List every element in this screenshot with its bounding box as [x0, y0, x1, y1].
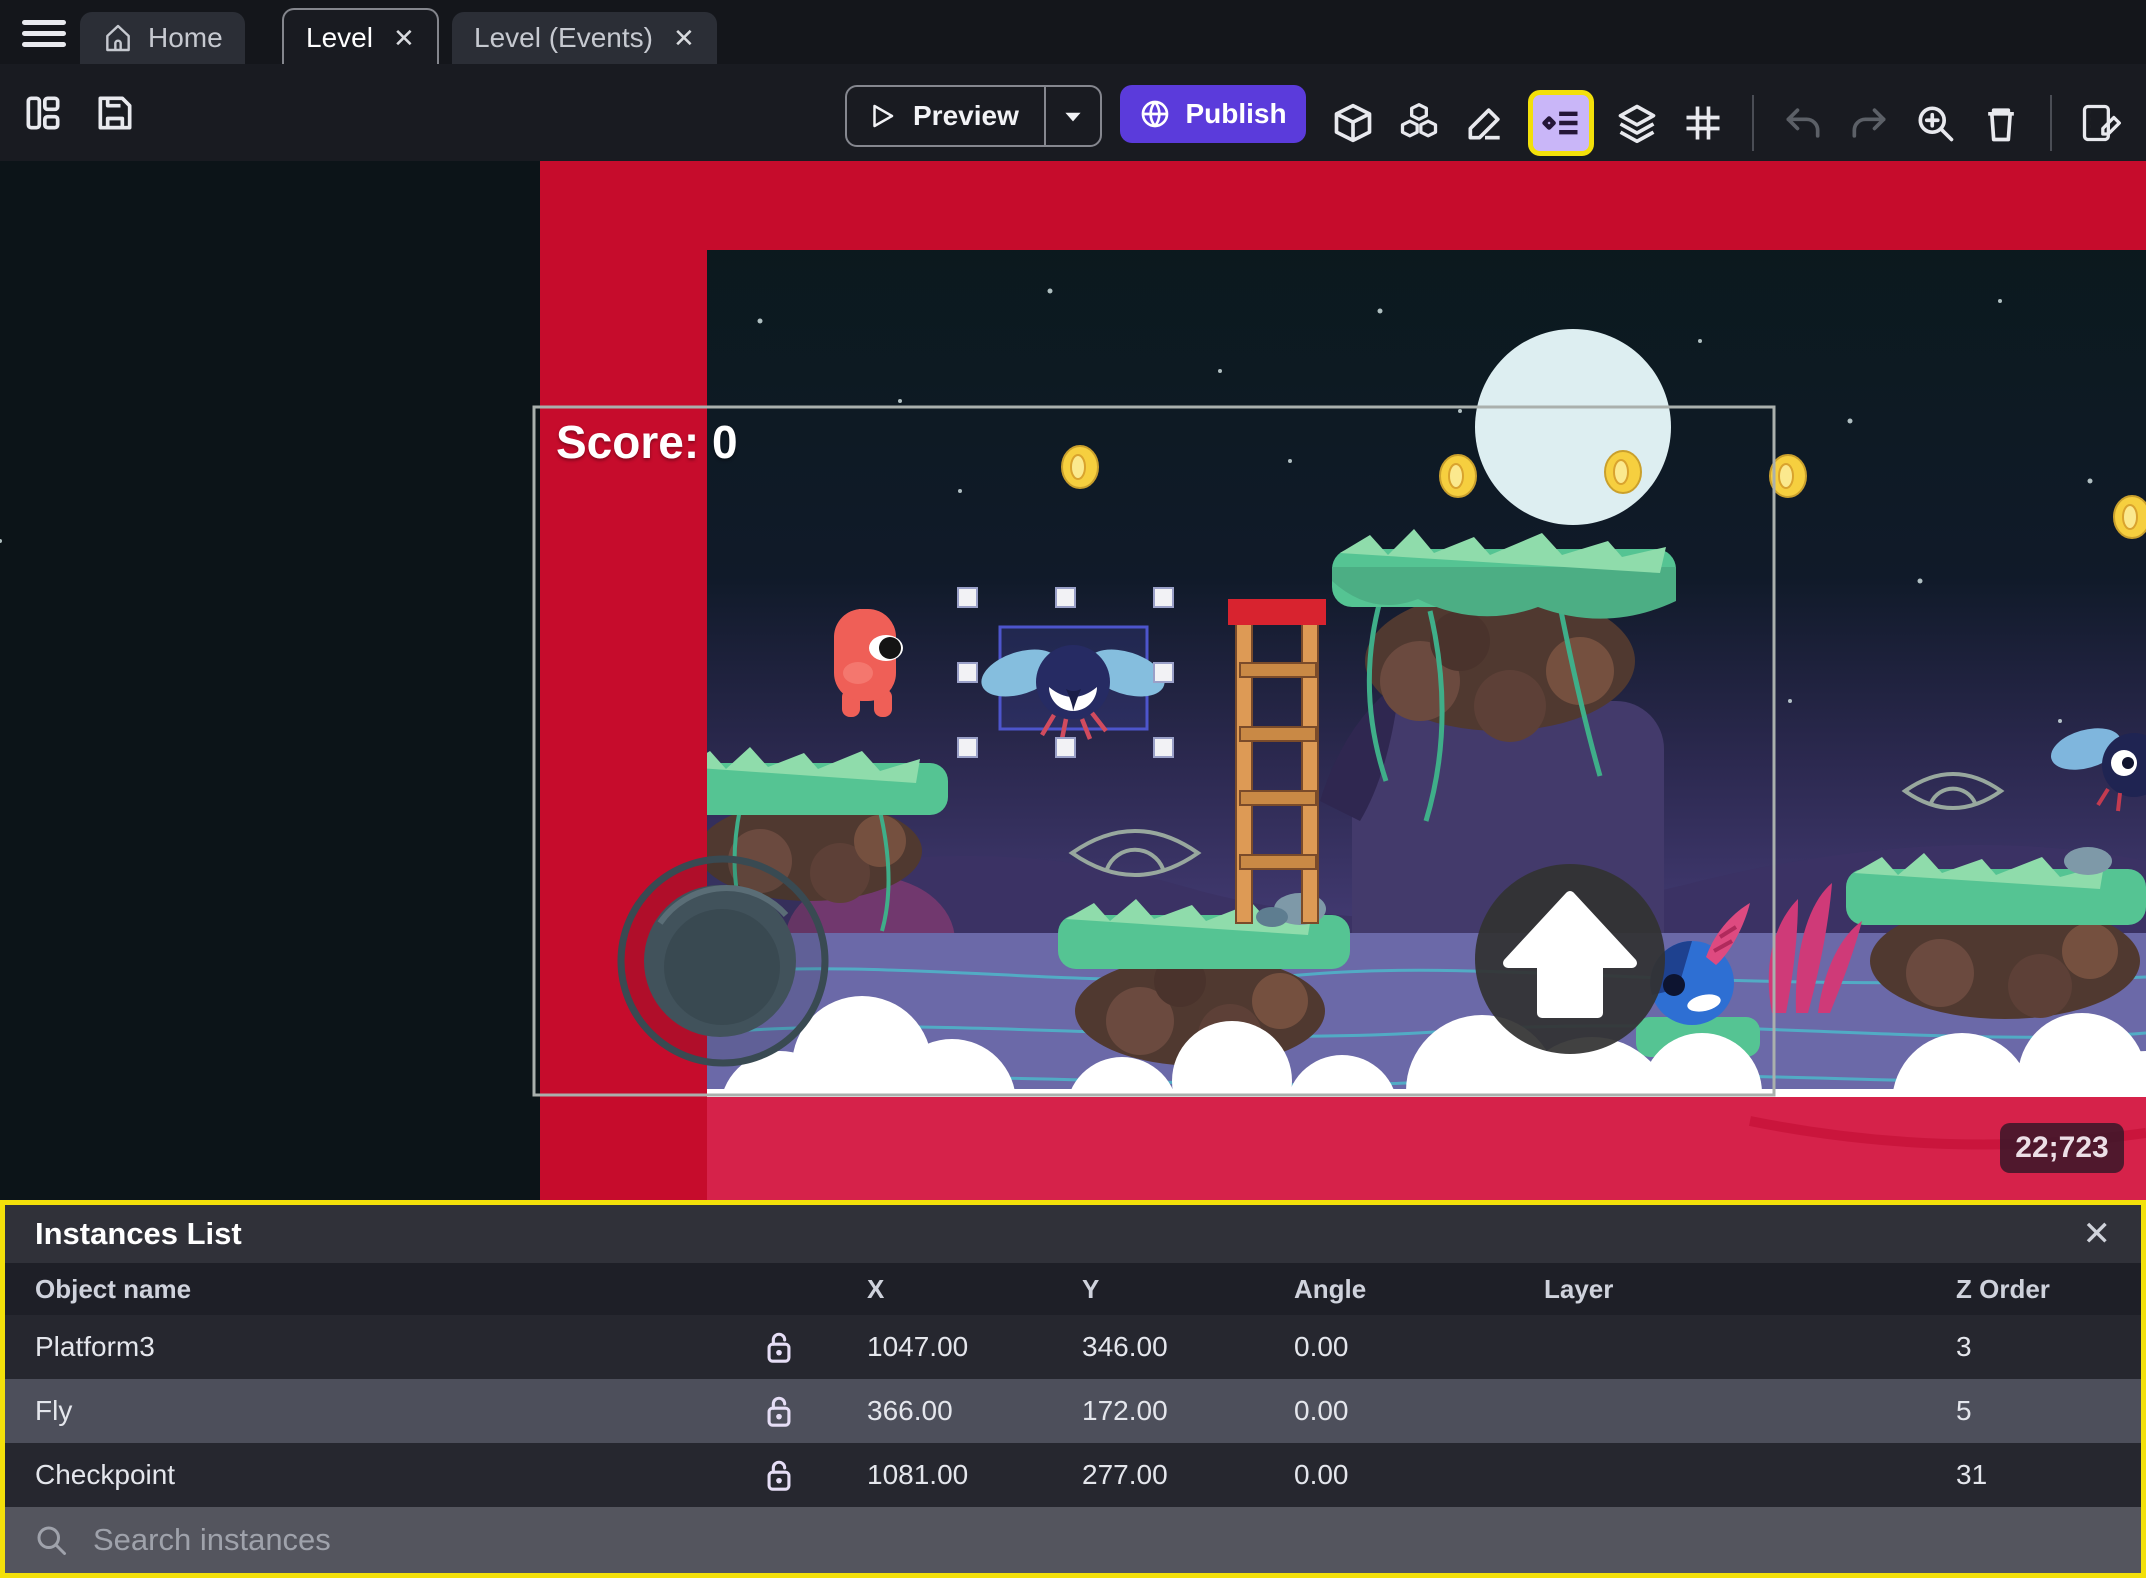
layers-icon[interactable]: [1614, 100, 1660, 146]
scene-graphics: [0, 161, 2146, 1201]
toolbar: Preview Publish: [0, 64, 2146, 161]
coin-sprite[interactable]: [1061, 445, 1099, 489]
joystick-control[interactable]: [617, 855, 829, 1067]
instance-x[interactable]: 1047.00: [835, 1331, 1050, 1363]
scene-editor-canvas[interactable]: Score: 0 22;723: [0, 161, 2146, 1201]
instances-list-icon[interactable]: [1528, 90, 1594, 156]
edit-pencil-icon[interactable]: [1462, 100, 1508, 146]
instance-z-order[interactable]: 5: [1924, 1395, 2141, 1427]
tab-home[interactable]: Home: [80, 12, 245, 64]
instance-y[interactable]: 277.00: [1050, 1459, 1262, 1491]
column-z-order: Z Order: [1956, 1273, 2050, 1304]
globe-icon: [1142, 100, 1169, 128]
column-y: Y: [1082, 1273, 1100, 1304]
instances-list-panel: Instances List ✕ Object name X Y Angle L…: [0, 1200, 2146, 1578]
tab-label: Level (Events): [474, 22, 653, 53]
project-manager-icon[interactable]: [20, 90, 66, 136]
close-panel-icon[interactable]: ✕: [2083, 1214, 2112, 1254]
instance-y[interactable]: 346.00: [1050, 1331, 1262, 1363]
preview-label: Preview: [913, 100, 1019, 131]
cursor-position-badge: 22;723: [2000, 1123, 2124, 1173]
tab-label: Home: [148, 22, 223, 53]
preview-button[interactable]: Preview: [845, 85, 1102, 147]
instance-angle[interactable]: 0.00: [1262, 1331, 1512, 1363]
unlock-icon[interactable]: [723, 1327, 835, 1367]
jump-button[interactable]: [1475, 864, 1665, 1054]
instance-name: Fly: [35, 1395, 73, 1426]
coin-sprite[interactable]: [1604, 450, 1642, 494]
moon-sprite[interactable]: [1475, 329, 1671, 525]
chevron-down-icon: [1065, 112, 1081, 122]
instance-angle[interactable]: 0.00: [1262, 1395, 1512, 1427]
object-groups-icon[interactable]: [1396, 100, 1442, 146]
unlock-icon[interactable]: [723, 1391, 835, 1431]
instance-name: Checkpoint: [35, 1459, 176, 1490]
instances-header-row: Object name X Y Angle Layer Z Order: [5, 1263, 2141, 1315]
search-instances-input[interactable]: [91, 1521, 2113, 1559]
preview-dropdown[interactable]: [1044, 87, 1100, 145]
redo-icon[interactable]: [1846, 100, 1892, 146]
grid-icon[interactable]: [1680, 100, 1726, 146]
tab-label: Level: [306, 22, 373, 53]
instance-row-checkpoint[interactable]: Checkpoint 1081.00 277.00 0.00 31: [5, 1443, 2141, 1507]
home-icon: [106, 24, 130, 52]
edit-events-icon[interactable]: [2078, 100, 2124, 146]
coin-sprite[interactable]: [2113, 495, 2146, 539]
tab-bar: Home Level ✕ Level (Events) ✕: [0, 0, 2146, 66]
publish-label: Publish: [1185, 98, 1287, 129]
search-bar: [5, 1507, 2141, 1573]
instance-name: Platform3: [35, 1331, 155, 1362]
unlock-icon[interactable]: [723, 1455, 835, 1495]
instance-y[interactable]: 172.00: [1050, 1395, 1262, 1427]
zoom-in-icon[interactable]: [1912, 100, 1958, 146]
panel-title: Instances List: [35, 1216, 242, 1251]
close-tab-icon[interactable]: ✕: [667, 23, 695, 54]
red-bottom-band: [707, 1097, 2146, 1200]
menu-icon[interactable]: [22, 14, 66, 50]
instance-angle[interactable]: 0.00: [1262, 1459, 1512, 1491]
tab-level-events[interactable]: Level (Events) ✕: [452, 12, 717, 64]
tab-level[interactable]: Level ✕: [282, 8, 439, 66]
instance-z-order[interactable]: 3: [1924, 1331, 2141, 1363]
undo-icon[interactable]: [1780, 100, 1826, 146]
column-x: X: [867, 1273, 885, 1304]
column-angle: Angle: [1294, 1273, 1367, 1304]
objects-cube-icon[interactable]: [1330, 100, 1376, 146]
instance-x[interactable]: 1081.00: [835, 1459, 1050, 1491]
toolbar-divider: [2050, 95, 2052, 151]
instance-row-fly[interactable]: Fly 366.00 172.00 0.00 5: [5, 1379, 2141, 1443]
instance-x[interactable]: 366.00: [835, 1395, 1050, 1427]
delete-icon[interactable]: [1978, 100, 2024, 146]
publish-button[interactable]: Publish: [1120, 85, 1306, 143]
instance-row-platform3[interactable]: Platform3 1047.00 346.00 0.00 3: [5, 1315, 2141, 1379]
close-tab-icon[interactable]: ✕: [387, 23, 415, 54]
instance-z-order[interactable]: 31: [1924, 1459, 2141, 1491]
coin-sprite[interactable]: [1439, 454, 1477, 498]
play-icon: [873, 104, 894, 128]
score-text: Score: 0: [556, 416, 738, 468]
search-icon: [37, 1526, 66, 1555]
red-top-band: [707, 161, 2146, 250]
toolbar-divider: [1752, 95, 1754, 151]
column-layer: Layer: [1544, 1273, 1614, 1304]
save-icon[interactable]: [92, 90, 138, 136]
column-object-name: Object name: [35, 1273, 192, 1304]
